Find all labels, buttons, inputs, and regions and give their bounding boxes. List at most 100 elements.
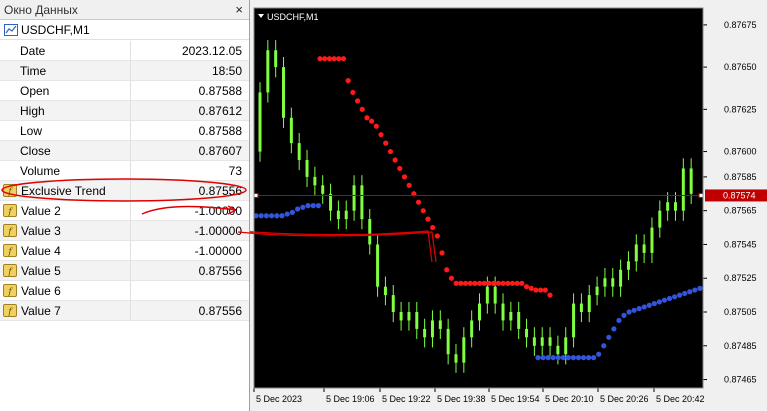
row-value: 0.87556 (198, 183, 242, 198)
blue-dot (269, 213, 275, 219)
data-window: Окно Данных × USDCHF,M1 Date 2023.12.05 T… (0, 0, 250, 411)
blue-dot (666, 295, 673, 302)
current-price-marker (698, 192, 704, 198)
price-label: 0.87585 (724, 172, 757, 182)
blue-dot (555, 355, 561, 361)
red-dot (458, 280, 464, 286)
data-window-title-bar: Окно Данных × (0, 0, 249, 20)
close-icon[interactable]: × (235, 2, 243, 18)
time-label: 5 Dec 20:42 (656, 394, 705, 404)
red-dot (481, 280, 487, 286)
blue-dot (279, 213, 285, 219)
price-label: 0.87485 (724, 341, 757, 351)
candle-body (376, 244, 380, 287)
indicator-row-value-2: f Value 2 -1.00000 (0, 201, 249, 221)
row-label: Value 7 (21, 303, 61, 318)
candle-body (603, 278, 607, 287)
candle-body (587, 295, 591, 312)
indicator-icon: f (3, 184, 17, 197)
data-row-close: Close 0.87607 (0, 141, 249, 161)
chart-title: USDCHF,M1 (267, 12, 319, 22)
time-label: 5 Dec 19:38 (437, 394, 486, 404)
candle-body (297, 143, 301, 160)
indicator-row-value-6: f Value 6 (0, 281, 249, 301)
candle-body (313, 176, 317, 186)
red-dot (326, 56, 332, 62)
red-dot (505, 280, 511, 286)
indicator-icon: f (3, 304, 17, 317)
candle-body (634, 244, 638, 262)
blue-dot (560, 355, 566, 361)
row-value: 73 (228, 163, 242, 178)
red-dot (406, 182, 412, 188)
blue-dot (575, 355, 582, 361)
price-label: 0.87625 (724, 104, 757, 114)
blue-dot (305, 203, 311, 209)
candle-body (399, 312, 403, 321)
candle-body (360, 185, 364, 220)
red-dot (523, 284, 530, 290)
blue-dot (601, 343, 607, 349)
chart-title-group: USDCHF,M1 (258, 12, 319, 22)
blue-dot (636, 306, 642, 312)
data-window-title: Окно Данных (4, 2, 78, 17)
blue-dot (540, 355, 546, 361)
red-dot (387, 148, 394, 155)
time-axis: 5 Dec 2023 5 Dec 19:06 5 Dec 19:22 5 Dec 19… (250, 388, 705, 411)
red-dot (472, 280, 478, 286)
red-dot (345, 78, 351, 84)
candle-body (321, 185, 325, 194)
row-label: Date (0, 41, 131, 60)
red-dot (467, 280, 473, 286)
candle-body (282, 67, 286, 118)
blue-dot (591, 355, 597, 361)
time-label: 5 Dec 19:22 (382, 394, 431, 404)
blue-dot (641, 304, 647, 310)
blue-dot (682, 290, 688, 297)
red-dot (538, 287, 544, 293)
row-value: -1.00000 (194, 243, 242, 258)
candle-body (470, 320, 474, 338)
red-dot (486, 280, 492, 286)
candle-body (423, 328, 427, 338)
candle-body (462, 337, 466, 363)
row-value: 18:50 (211, 63, 242, 78)
row-label: Close (0, 141, 131, 160)
candle-body (336, 210, 340, 220)
blue-dot (570, 355, 577, 361)
blue-dot (580, 355, 587, 361)
indicator-icon: f (3, 204, 17, 217)
candle-body (258, 92, 262, 152)
red-dot (476, 280, 483, 286)
blue-dot (626, 309, 632, 315)
price-chart[interactable]: 0.87675 0.87650 0.87625 0.87600 0.87585 0.875… (250, 0, 767, 411)
candle-body (274, 50, 278, 68)
chart-plot-area[interactable] (254, 8, 703, 388)
red-dot (420, 208, 426, 214)
red-dot (519, 280, 525, 286)
price-label: 0.87675 (724, 20, 757, 30)
blue-dot (545, 355, 551, 361)
time-label: 5 Dec 19:54 (491, 394, 540, 404)
red-dot (392, 157, 398, 163)
candle-body (650, 227, 654, 253)
candle-body (666, 202, 670, 211)
row-label: Value 6 (21, 283, 61, 298)
row-value: -1.00000 (194, 203, 242, 218)
candle-body (344, 210, 348, 220)
blue-dot (616, 317, 622, 324)
data-rows: Date 2023.12.05 Time 18:50 Open 0.87588 Hig… (0, 41, 249, 321)
red-dot (444, 267, 450, 273)
price-label: 0.87505 (724, 307, 757, 317)
row-label: Value 5 (21, 263, 61, 278)
candle-body (391, 295, 395, 312)
candle-body (689, 168, 693, 194)
chart-window[interactable]: 0.87675 0.87650 0.87625 0.87600 0.87585 0.875… (250, 0, 767, 411)
blue-dot (258, 213, 264, 219)
candle-body (368, 219, 372, 245)
candle-body (415, 312, 419, 329)
row-value: 0.87607 (198, 143, 242, 158)
data-row-low: Low 0.87588 (0, 121, 249, 141)
price-label: 0.87565 (724, 206, 757, 216)
red-dot (378, 132, 384, 138)
